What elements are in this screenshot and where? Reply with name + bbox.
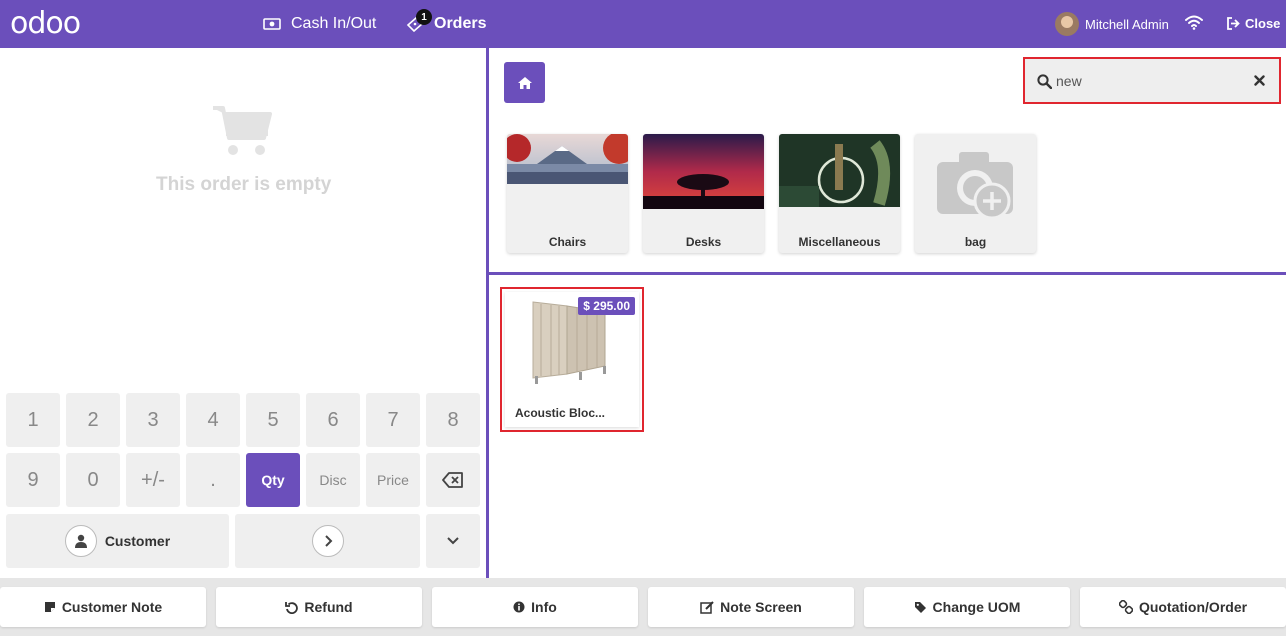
- numpad-mode-disc[interactable]: Disc: [306, 453, 360, 507]
- category-label: Chairs: [548, 235, 587, 249]
- numpad-key-2[interactable]: 2: [66, 393, 120, 447]
- customer-note-label: Customer Note: [61, 599, 163, 615]
- user-avatar: [1055, 12, 1079, 36]
- tag-icon: [914, 601, 926, 613]
- category-image: [779, 134, 900, 207]
- user-menu[interactable]: Mitchell Admin: [1055, 12, 1169, 36]
- chevron-down-icon: [447, 537, 459, 545]
- panel-divider: [486, 48, 489, 578]
- user-name: Mitchell Admin: [1085, 16, 1169, 32]
- numpad-key-5[interactable]: 5: [246, 393, 300, 447]
- product-name: Acoustic Bloc...: [515, 406, 606, 420]
- product-card[interactable]: $ 295.00 Acoustic Bloc...: [500, 287, 644, 432]
- backspace-icon: [442, 472, 463, 488]
- numpad-key-8[interactable]: 8: [426, 393, 480, 447]
- close-button[interactable]: Close: [1226, 0, 1280, 46]
- info-icon: [513, 601, 525, 613]
- orders-label: Orders: [434, 15, 487, 32]
- customer-button[interactable]: Customer: [6, 514, 229, 568]
- numpad-plus-minus[interactable]: +/-: [126, 453, 180, 507]
- numpad-key-0[interactable]: 0: [66, 453, 120, 507]
- search-icon: [1037, 74, 1052, 89]
- search-input[interactable]: [1056, 71, 1246, 91]
- customer-note-button[interactable]: Customer Note: [0, 587, 206, 627]
- edit-icon: [700, 600, 714, 614]
- wifi-icon[interactable]: [1184, 14, 1204, 30]
- numpad-decimal[interactable]: .: [186, 453, 240, 507]
- category-bag[interactable]: bag: [915, 134, 1036, 253]
- money-icon: [263, 18, 281, 30]
- category-divider: [489, 272, 1286, 275]
- undo-icon: [285, 601, 299, 614]
- numpad-key-3[interactable]: 3: [126, 393, 180, 447]
- category-label: Desks: [685, 235, 722, 249]
- clear-search-icon[interactable]: [1254, 75, 1265, 86]
- change-uom-label: Change UOM: [932, 599, 1021, 615]
- orders-button[interactable]: Orders: [406, 0, 486, 48]
- cash-in-out-label: Cash In/Out: [291, 15, 377, 32]
- numpad-backspace[interactable]: [426, 453, 480, 507]
- product-card-body: $ 295.00 Acoustic Bloc...: [505, 292, 639, 427]
- empty-order-message: This order is empty: [156, 174, 332, 195]
- category-desks[interactable]: Desks: [643, 134, 764, 253]
- sticky-note-icon: [44, 602, 55, 612]
- category-label: bag: [964, 235, 987, 249]
- info-label: Info: [531, 599, 557, 615]
- info-button[interactable]: Info: [432, 587, 638, 627]
- payment-button[interactable]: [235, 514, 420, 568]
- note-screen-label: Note Screen: [720, 599, 802, 615]
- numpad-mode-qty[interactable]: Qty: [246, 453, 300, 507]
- category-chairs[interactable]: Chairs: [507, 134, 628, 253]
- product-search-bar[interactable]: [1023, 57, 1281, 104]
- numpad-key-7[interactable]: 7: [366, 393, 420, 447]
- odoo-logo: odoo: [10, 6, 81, 41]
- category-miscellaneous[interactable]: Miscellaneous: [779, 134, 900, 253]
- numpad-key-9[interactable]: 9: [6, 453, 60, 507]
- customer-button-label: Customer: [104, 533, 171, 549]
- top-navbar: odoo Cash In/Out Orders 1 Mitchell Admin…: [0, 0, 1286, 48]
- chevron-right-icon: [311, 525, 344, 557]
- home-icon: [517, 76, 532, 89]
- category-label: Miscellaneous: [798, 235, 881, 249]
- quotation-order-label: Quotation/Order: [1138, 599, 1248, 615]
- add-photo-icon: [937, 152, 1013, 220]
- more-options-button[interactable]: [426, 514, 480, 568]
- note-screen-button[interactable]: Note Screen: [648, 587, 854, 627]
- change-uom-button[interactable]: Change UOM: [864, 587, 1070, 627]
- link-icon: [1118, 600, 1133, 614]
- orders-count-badge: 1: [416, 9, 432, 25]
- refund-button[interactable]: Refund: [216, 587, 422, 627]
- quotation-order-button[interactable]: Quotation/Order: [1080, 587, 1286, 627]
- category-image: [643, 134, 764, 209]
- sign-out-icon: [1227, 16, 1240, 30]
- cash-in-out-button[interactable]: Cash In/Out: [263, 0, 376, 48]
- numpad-key-1[interactable]: 1: [6, 393, 60, 447]
- shopping-cart-icon: [213, 106, 272, 155]
- home-category-button[interactable]: [504, 62, 545, 103]
- numpad-key-4[interactable]: 4: [186, 393, 240, 447]
- product-price-tag: $ 295.00: [578, 297, 635, 315]
- numpad-key-6[interactable]: 6: [306, 393, 360, 447]
- close-label: Close: [1245, 15, 1281, 31]
- category-image: [507, 134, 628, 184]
- numpad-mode-price[interactable]: Price: [366, 453, 420, 507]
- user-icon: [64, 525, 97, 557]
- refund-label: Refund: [304, 599, 353, 615]
